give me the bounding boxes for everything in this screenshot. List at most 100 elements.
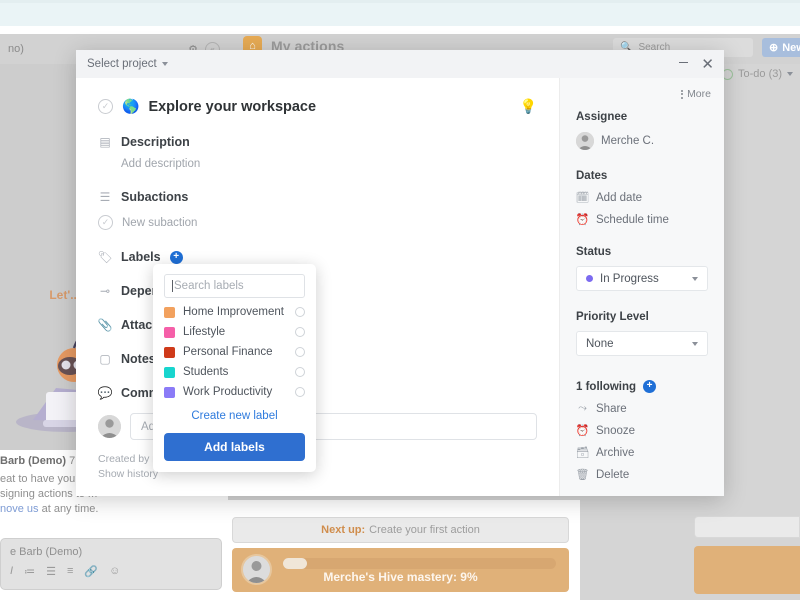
- page-title: Explore your workspace: [148, 98, 317, 115]
- link-icon[interactable]: 🔗: [84, 565, 98, 578]
- background-mastery-card[interactable]: Merche's Hive mastery: 9%: [232, 548, 569, 592]
- label-radio[interactable]: [295, 327, 305, 337]
- background-new-button[interactable]: ⊕ New: [762, 38, 800, 57]
- comment-link[interactable]: nove us: [0, 503, 39, 515]
- new-subaction-row[interactable]: ✓ New subaction: [98, 215, 537, 230]
- check-circle-icon[interactable]: ✓: [98, 99, 113, 114]
- assignee-row[interactable]: Merche C.: [576, 132, 708, 150]
- calendar-icon: 🗓: [575, 192, 590, 204]
- search-labels-input[interactable]: Search labels: [164, 274, 305, 298]
- label-radio[interactable]: [295, 367, 305, 377]
- section-label-notes: Notes: [121, 352, 156, 366]
- check-circle-icon: ✓: [98, 215, 113, 230]
- list-item[interactable]: Personal Finance: [164, 346, 305, 358]
- background-next-up-right: [694, 516, 800, 538]
- mastery-label: Merche's Hive mastery: 9%: [323, 570, 478, 584]
- search-labels-placeholder: Search labels: [174, 280, 244, 292]
- close-icon[interactable]: ✕: [701, 57, 714, 72]
- status-value: In Progress: [600, 272, 659, 285]
- progress-bar-fill: [283, 558, 307, 569]
- labels-popover: Search labels Home Improvement Lifestyle…: [153, 264, 316, 472]
- status-select[interactable]: In Progress: [576, 266, 708, 291]
- assignee-heading: Assignee: [576, 111, 628, 123]
- more-menu-label: More: [687, 88, 711, 100]
- modal-main-column: ✓ 🌎 Explore your workspace 💡 ▤ Descripti…: [76, 78, 559, 496]
- minimize-icon[interactable]: [679, 61, 689, 64]
- section-labels[interactable]: 🏷 Labels +: [97, 250, 537, 264]
- list-item[interactable]: Students: [164, 366, 305, 378]
- delete-action[interactable]: 🗑 Delete: [576, 468, 708, 482]
- background-next-up-card[interactable]: Next up: Create your first action: [232, 517, 569, 543]
- section-label-description: Description: [121, 135, 190, 149]
- label-radio[interactable]: [295, 387, 305, 397]
- comment-line-3: nove us at any time.: [0, 502, 228, 517]
- create-new-label-link[interactable]: Create new label: [164, 410, 305, 422]
- more-vertical-icon: [681, 89, 684, 99]
- add-date-button[interactable]: 🗓 Add date: [575, 191, 708, 205]
- archive-action[interactable]: 🗃 Archive: [575, 446, 708, 460]
- list-item[interactable]: Home Improvement: [164, 306, 305, 318]
- project-selector[interactable]: Select project: [87, 58, 168, 70]
- label-color-swatch: [164, 346, 175, 358]
- modal-sidebar: More Assignee Merche C. Dates 🗓 Add date…: [559, 78, 724, 496]
- task-title-row: ✓ 🌎 Explore your workspace: [98, 98, 537, 115]
- add-follower-button[interactable]: +: [643, 380, 657, 393]
- more-menu-button[interactable]: More: [681, 88, 711, 100]
- archive-label: Archive: [596, 446, 635, 459]
- section-label-labels: Labels: [121, 250, 161, 264]
- dates-heading: Dates: [576, 170, 608, 182]
- clock-icon: ⏰: [575, 425, 590, 437]
- add-description-link[interactable]: Add description: [121, 158, 537, 170]
- schedule-time-label: Schedule time: [596, 213, 669, 226]
- lightbulb-icon[interactable]: 💡: [520, 98, 537, 115]
- plus-circle-icon: ⊕: [769, 42, 779, 54]
- snooze-label: Snooze: [596, 424, 636, 437]
- dependency-icon: ⊸: [99, 284, 111, 298]
- chevron-down-icon: [787, 72, 794, 76]
- section-label-subactions: Subactions: [121, 190, 189, 204]
- modal-titlebar: Select project ✕: [76, 50, 724, 78]
- label-radio[interactable]: [295, 307, 305, 317]
- ordered-list-icon[interactable]: ≔: [24, 565, 35, 578]
- label-name: Lifestyle: [183, 326, 226, 338]
- add-labels-button[interactable]: Add labels: [164, 433, 305, 461]
- background-mastery-right: [694, 546, 800, 594]
- new-subaction-label: New subaction: [122, 216, 198, 229]
- avatar: [98, 415, 121, 438]
- list-icon: ☰: [99, 190, 111, 204]
- avatar: [576, 132, 594, 150]
- editor-toolbar: I ≔ ☰ ≡ 🔗 ☺: [1, 558, 221, 585]
- paperclip-icon: 📎: [97, 318, 113, 332]
- snooze-action[interactable]: ⏰ Snooze: [575, 424, 708, 438]
- priority-select[interactable]: None: [576, 331, 708, 356]
- background-comment-editor[interactable]: e Barb (Demo) I ≔ ☰ ≡ 🔗 ☺: [0, 538, 222, 590]
- share-label: Share: [596, 402, 627, 415]
- chevron-down-icon: [161, 62, 168, 66]
- comment-icon: 💬: [97, 386, 113, 400]
- add-label-button[interactable]: +: [169, 250, 183, 264]
- tag-icon: 🏷: [97, 250, 113, 264]
- background-todo-filter[interactable]: To-do (3): [722, 68, 794, 80]
- comment-line-3-tail: at any time.: [41, 503, 99, 515]
- bullet-list-icon[interactable]: ☰: [46, 565, 56, 578]
- top-accent-line: [0, 0, 800, 3]
- align-icon[interactable]: ≡: [67, 565, 73, 578]
- section-subactions: ☰ Subactions: [98, 190, 537, 204]
- status-dot-icon: [586, 275, 593, 282]
- archive-icon: 🗃: [575, 447, 590, 459]
- chevron-down-icon: [692, 276, 698, 281]
- label-radio[interactable]: [295, 347, 305, 357]
- emoji-icon[interactable]: ☺: [109, 565, 120, 578]
- label-color-swatch: [164, 386, 175, 398]
- schedule-time-button[interactable]: ⏰ Schedule time: [576, 213, 708, 227]
- italic-icon[interactable]: I: [10, 565, 13, 578]
- list-item[interactable]: Lifestyle: [164, 326, 305, 338]
- share-action[interactable]: ⤳ Share: [576, 402, 708, 415]
- globe-icon: 🌎: [122, 98, 140, 114]
- editor-placeholder: e Barb (Demo): [10, 546, 83, 558]
- assignee-name: Merche C.: [601, 135, 655, 147]
- workspace-name-truncated: no): [8, 43, 24, 55]
- label-color-swatch: [164, 326, 175, 338]
- list-item[interactable]: Work Productivity: [164, 386, 305, 398]
- label-name: Students: [183, 366, 229, 378]
